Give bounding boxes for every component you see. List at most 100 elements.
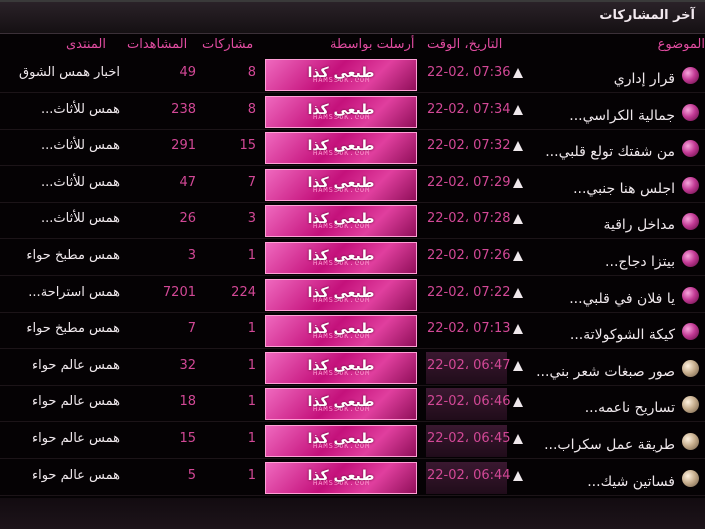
forum-link[interactable]: همس للأثاث... — [0, 175, 120, 190]
views-count: 5 — [187, 467, 196, 483]
posts-count[interactable]: 8 — [215, 65, 256, 80]
forum-link[interactable]: همس للأثاث... — [0, 138, 120, 153]
go-to-last-post-icon[interactable] — [513, 397, 523, 408]
posts-count[interactable]: 15 — [215, 138, 256, 153]
go-to-last-post-icon[interactable] — [513, 360, 523, 371]
table-row: همس عالم حواء 15 1 HAMSSOK.COM طبعي كذا 22-02… — [0, 423, 705, 459]
header-datetime[interactable]: التاريخ، الوقت — [427, 37, 502, 52]
views-count: 3 — [187, 248, 196, 263]
go-to-last-post-icon[interactable] — [513, 68, 523, 78]
post-datetime: 22-02، 06:44 — [427, 467, 511, 483]
poster-username[interactable]: HAMSSOK.COM طبعي كذا — [265, 59, 417, 91]
pink-orb-icon — [682, 250, 699, 267]
poster-name: طبعي كذا — [307, 321, 375, 338]
topic-link[interactable]: قرار إداري — [614, 71, 675, 87]
posts-count[interactable]: 1 — [215, 358, 256, 373]
views-count: 47 — [179, 174, 196, 190]
forum-link[interactable]: همس للأثاث... — [0, 102, 120, 117]
panel-title: آخر المشاركات — [599, 8, 695, 23]
table-row: همس عالم حواء 5 1 HAMSSOK.COM طبعي كذا 22-02،… — [0, 460, 705, 496]
posts-count[interactable]: 7 — [215, 175, 256, 190]
beige-orb-icon — [682, 469, 699, 487]
views-count: 15 — [179, 431, 196, 446]
go-to-last-post-icon[interactable] — [513, 214, 523, 225]
poster-name: طبعي كذا — [307, 211, 375, 228]
posts-count[interactable]: 1 — [215, 468, 256, 483]
topic-link[interactable]: من شفتك تولع قلبي... — [545, 144, 675, 160]
post-datetime: 22-02، 07:26 — [427, 248, 511, 263]
go-to-last-post-icon[interactable] — [513, 434, 523, 444]
topic-link[interactable]: كيكة الشوكولاتة... — [570, 327, 675, 343]
posts-count[interactable]: 3 — [215, 211, 256, 226]
post-datetime: 22-02، 07:32 — [427, 138, 511, 154]
posts-count[interactable]: 1 — [215, 431, 256, 446]
table-row: همس للأثاث... 291 15 HAMSSOK.COM طبعي كذا 22-… — [0, 130, 705, 167]
header-topic[interactable]: الموضوع — [658, 37, 705, 52]
poster-username[interactable]: HAMSSOK.COM طبعي كذا — [265, 132, 417, 165]
topic-link[interactable]: يا فلان في قلبي... — [569, 291, 675, 307]
header-forum[interactable]: المنتدى — [66, 37, 106, 52]
go-to-last-post-icon[interactable] — [513, 177, 523, 188]
poster-username[interactable]: HAMSSOK.COM طبعي كذا — [265, 95, 417, 128]
pink-orb-icon — [682, 286, 699, 304]
posts-count[interactable]: 1 — [215, 248, 256, 263]
beige-orb-icon — [682, 359, 699, 377]
header-sent-by[interactable]: أرسلت بواسطة — [330, 37, 414, 52]
poster-name: طبعي كذا — [307, 467, 375, 484]
post-datetime: 22-02، 07:13 — [427, 321, 511, 337]
post-datetime: 22-02، 07:22 — [427, 284, 511, 300]
posts-count[interactable]: 1 — [215, 394, 256, 409]
forum-link[interactable]: همس عالم حواء — [0, 358, 120, 373]
topic-link[interactable]: تساريح ناعمه... — [585, 400, 675, 416]
topic-link[interactable]: اجلس هنا جنبي... — [573, 181, 675, 197]
post-datetime: 22-02، 07:28 — [427, 211, 511, 227]
posts-count[interactable]: 224 — [215, 285, 256, 300]
go-to-last-post-icon[interactable] — [513, 251, 523, 261]
go-to-last-post-icon[interactable] — [513, 141, 523, 152]
forum-link[interactable]: همس استراحة... — [0, 285, 120, 300]
forum-link[interactable]: همس عالم حواء — [0, 431, 120, 446]
post-datetime: 22-02، 07:36 — [427, 65, 511, 80]
poster-username[interactable]: HAMSSOK.COM طبعي كذا — [265, 242, 417, 274]
forum-link[interactable]: همس للأثاث... — [0, 211, 120, 226]
forum-link[interactable]: همس عالم حواء — [0, 468, 120, 483]
topic-link[interactable]: جمالية الكراسي... — [569, 108, 675, 124]
topic-link[interactable]: بيتزا دجاج... — [605, 254, 675, 270]
go-to-last-post-icon[interactable] — [513, 470, 523, 481]
views-count: 32 — [179, 357, 196, 373]
forum-link[interactable]: همس مطبخ حواء — [0, 248, 120, 263]
poster-username[interactable]: HAMSSOK.COM طبعي كذا — [265, 425, 417, 457]
poster-username[interactable]: HAMSSOK.COM طبعي كذا — [265, 388, 417, 421]
views-count: 26 — [179, 211, 196, 227]
forum-link[interactable]: اخبار همس الشوق — [0, 65, 120, 80]
poster-username[interactable]: HAMSSOK.COM طبعي كذا — [265, 168, 417, 201]
views-count: 7 — [187, 321, 196, 337]
poster-username[interactable]: HAMSSOK.COM طبعي كذا — [265, 315, 417, 348]
go-to-last-post-icon[interactable] — [513, 287, 523, 298]
header-posts[interactable]: مشاركات — [202, 37, 253, 52]
poster-username[interactable]: HAMSSOK.COM طبعي كذا — [265, 461, 417, 494]
table-row: اخبار همس الشوق 49 8 HAMSSOK.COM طبعي كذا 22-… — [0, 57, 705, 93]
topic-link[interactable]: فساتين شيك... — [587, 474, 675, 490]
forum-link[interactable]: همس مطبخ حواء — [0, 321, 120, 336]
views-count: 18 — [179, 394, 196, 410]
pink-orb-icon — [682, 176, 699, 194]
poster-username[interactable]: HAMSSOK.COM طبعي كذا — [265, 205, 417, 238]
pink-orb-icon — [682, 213, 699, 231]
forum-link[interactable]: همس عالم حواء — [0, 394, 120, 409]
poster-username[interactable]: HAMSSOK.COM طبعي كذا — [265, 278, 417, 311]
pink-orb-icon — [682, 323, 699, 341]
table-row: همس عالم حواء 32 1 HAMSSOK.COM طبعي كذا 22-02… — [0, 350, 705, 386]
topic-link[interactable]: صور صبغات شعر بني... — [536, 364, 675, 380]
topic-link[interactable]: مداخل راقية — [603, 217, 675, 233]
poster-username[interactable]: HAMSSOK.COM طبعي كذا — [265, 351, 417, 384]
go-to-last-post-icon[interactable] — [513, 104, 523, 115]
poster-name: طبعي كذا — [307, 101, 375, 118]
go-to-last-post-icon[interactable] — [513, 324, 523, 335]
posts-count[interactable]: 1 — [215, 321, 256, 336]
poster-name: طبعي كذا — [307, 357, 375, 374]
header-views[interactable]: المشاهدات — [127, 37, 187, 52]
posts-count[interactable]: 8 — [215, 102, 256, 117]
poster-name: طبعي كذا — [307, 394, 375, 411]
topic-link[interactable]: طريقة عمل سكراب... — [544, 437, 675, 453]
